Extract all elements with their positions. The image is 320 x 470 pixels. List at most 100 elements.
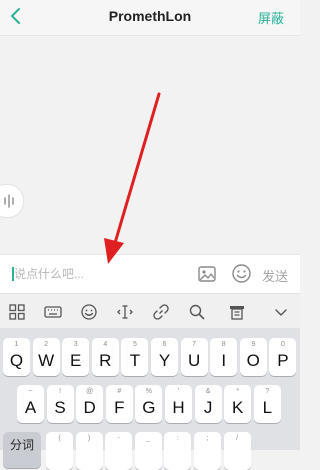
key-q[interactable]: 1Q [3,338,30,376]
key-label: H [172,398,185,417]
key-label: W [38,351,55,370]
key-s[interactable]: ! S [46,385,74,423]
chevron-down-icon [275,309,287,316]
key-secondary-label: 9 [251,341,256,348]
key-sym-3[interactable]: _ [134,432,162,470]
key-f[interactable]: # F [105,385,133,423]
key-secondary-label: _ [146,435,151,442]
key-secondary-label: ? [265,388,270,395]
key-i[interactable]: 8I [210,338,238,376]
cursor-move-button[interactable] [116,303,134,321]
search-icon [189,304,205,320]
key-secondary-label: 0 [280,341,285,348]
link-icon [153,304,169,320]
clipboard-icon [230,306,244,320]
key-secondary-label: ; [206,435,209,442]
key-secondary-label: / [236,435,239,442]
key-sym-1[interactable]: ) [75,432,103,470]
grid-icon [9,304,25,320]
message-composer: 发送 [0,254,300,293]
key-secondary-label: 4 [103,341,108,348]
key-secondary-label: ~ [28,388,33,395]
key-label: S [54,398,66,417]
chat-header: PromethLon 屏蔽 [0,0,300,36]
key-u[interactable]: 7U [180,338,208,376]
key-g[interactable]: % G [135,385,163,423]
smiley-icon [232,264,251,283]
key-sym-4[interactable]: : [164,432,192,470]
key-label: G [142,398,156,417]
key-r[interactable]: 4R [91,338,119,376]
emoji-button[interactable] [231,263,252,289]
key-secondary-label: ( [58,435,61,442]
key-label: O [246,351,260,370]
keyboard-toolbar [0,293,300,329]
key-o[interactable]: 9O [239,338,267,376]
key-sym-6[interactable]: / [223,432,251,470]
key-secondary-label: ' [177,388,180,395]
key-label: F [114,398,125,417]
key-label: P [277,351,289,370]
virtual-keyboard: 1Q2W3E4R5T6Y7U8I9O0P ~ A! S @ D # F% G ' H & J * K? L … [0,328,300,470]
block-button[interactable]: 屏蔽 [258,8,284,27]
key-d[interactable]: @ D [76,385,104,423]
key-label: D [83,398,96,417]
key-secondary-label: # [117,388,122,395]
key-h[interactable]: ' H [165,385,192,423]
key-sym-2[interactable]: - [105,432,133,470]
key-secondary-label: % [145,388,152,395]
text-cursor-icon [117,305,133,319]
key-l[interactable]: ? L [253,385,281,423]
key-e[interactable]: 3E [62,338,90,376]
back-button[interactable] [6,5,28,27]
key-a[interactable]: ~ A [17,385,44,423]
key-secondary-label: 5 [132,341,137,348]
key-sym-5[interactable]: ; [194,432,221,470]
chat-message-area [0,36,300,254]
message-input[interactable] [10,262,192,286]
key-k[interactable]: * K [224,385,252,423]
send-button[interactable]: 发送 [262,266,288,285]
segment-key[interactable]: 分词 [3,432,41,468]
key-label: R [99,351,112,370]
key-w[interactable]: 2W [32,338,60,376]
key-secondary-label: 1 [14,341,19,348]
keyboard-layout-button[interactable] [44,303,62,321]
menu-grid-button[interactable] [8,303,26,321]
chevron-left-icon [11,8,20,24]
key-secondary-label: ) [87,435,91,442]
image-button[interactable] [197,264,217,289]
key-secondary-label: : [176,435,179,442]
collapse-keyboard-button[interactable] [272,303,290,321]
image-icon [198,266,216,282]
key-secondary-label: 6 [162,341,167,348]
key-label: J [203,398,213,417]
link-button[interactable] [152,303,170,321]
voice-handle[interactable] [0,184,24,218]
key-secondary-label: 7 [192,341,197,348]
sound-wave-icon [4,194,14,208]
search-button[interactable] [188,303,206,321]
keyboard-emoji-button[interactable] [80,303,98,321]
key-secondary-label: 2 [44,341,49,348]
key-secondary-label: @ [86,388,94,395]
key-secondary-label: & [205,388,211,395]
keyboard-icon [44,306,62,318]
key-t[interactable]: 5T [121,338,149,376]
key-label: Q [9,351,24,370]
key-label: K [232,398,244,417]
key-j[interactable]: & J [194,385,222,423]
key-label: Y [158,351,171,370]
clipboard-button[interactable] [228,303,246,321]
key-p[interactable]: 0P [269,338,297,376]
key-secondary-label: - [117,435,120,442]
key-y[interactable]: 6Y [151,338,178,376]
key-secondary-label: 3 [73,341,78,348]
key-label: U [187,351,201,370]
smiley-icon [81,304,97,320]
page-title: PromethLon [108,8,192,24]
key-label: I [221,351,227,370]
key-secondary-label: ! [59,388,62,395]
key-sym-0[interactable]: ( [46,432,73,470]
key-label: L [262,398,273,417]
